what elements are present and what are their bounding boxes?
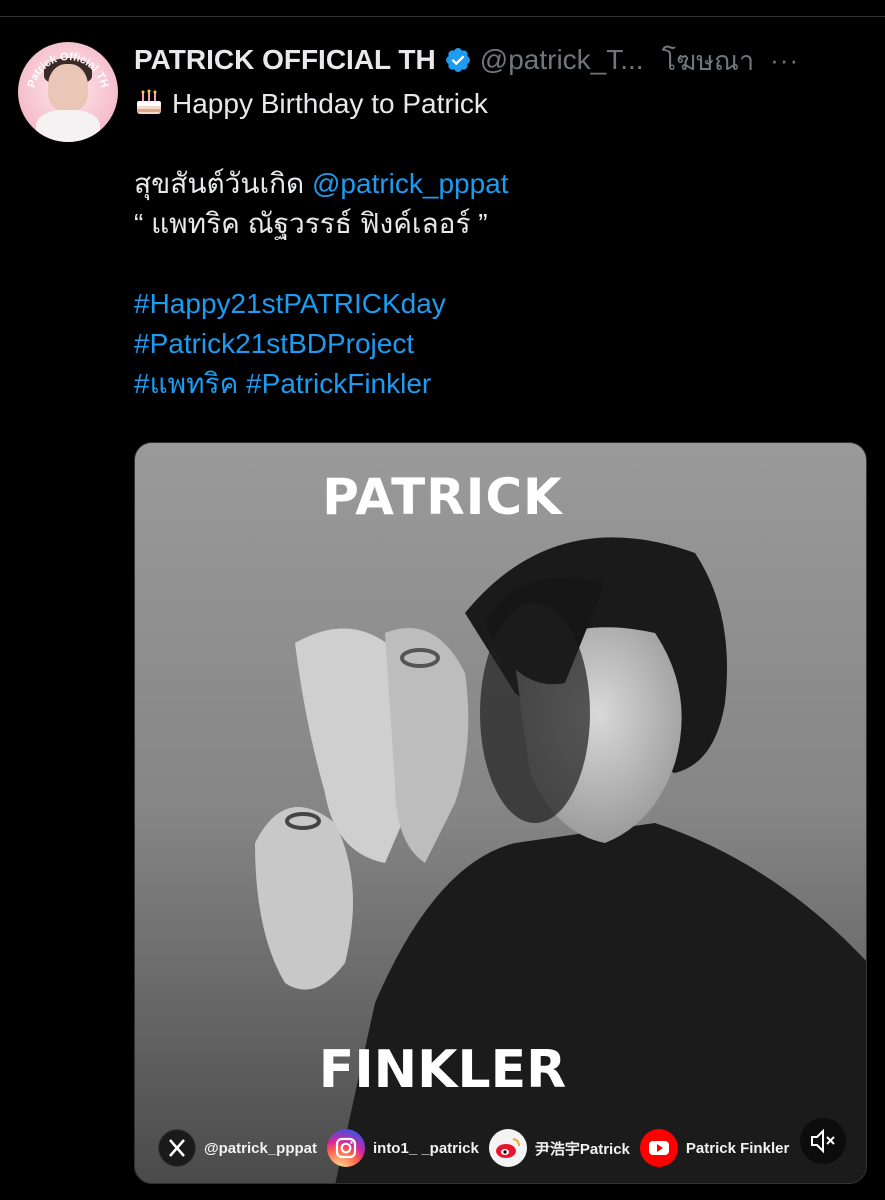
social-instagram: into1_ _patrick xyxy=(326,1129,479,1167)
media-title-bottom: FINKLER xyxy=(318,1040,567,1100)
avatar[interactable]: Patrick Official TH xyxy=(18,42,118,142)
thai-greeting-text: สุขสันต์วันเกิด xyxy=(134,168,312,199)
youtube-icon xyxy=(639,1129,678,1167)
thai-name-line: “ แพทริค ณัฐวรรธ์ ฟิงค์เลอร์ ” xyxy=(134,208,488,239)
tweet-page: Patrick Official TH PATRICK OFFICIAL TH … xyxy=(0,0,885,1200)
social-weibo-label: 尹浩宇Patrick xyxy=(534,1140,630,1158)
social-youtube: Patrick Finkler xyxy=(639,1129,790,1167)
greeting-text: Happy Birthday to Patrick xyxy=(172,88,488,119)
mute-icon[interactable] xyxy=(800,1118,846,1164)
social-instagram-label: into1_ _patrick xyxy=(372,1139,479,1157)
promoted-label: โฆษณา xyxy=(661,45,755,76)
social-links-bar: @patrick_pppat into1_ _patrick 尹浩宇Patric… xyxy=(158,1128,858,1168)
hashtag-link[interactable]: #Patrick21stBDProject xyxy=(134,324,869,364)
social-x-label: @patrick_pppat xyxy=(204,1139,317,1157)
more-options-icon[interactable]: ··· xyxy=(770,45,799,76)
social-weibo: 尹浩宇Patrick xyxy=(488,1129,630,1167)
greeting-line: Happy Birthday to Patrick xyxy=(134,84,869,124)
hashtag-link[interactable]: #Happy21stPATRICKday xyxy=(134,284,869,324)
weibo-icon xyxy=(488,1129,527,1167)
tweet-text: Happy Birthday to Patrick สุขสันต์วันเกิ… xyxy=(134,84,869,404)
divider xyxy=(0,16,885,17)
birthday-cake-icon xyxy=(137,89,161,114)
mention-link[interactable]: @patrick_pppat xyxy=(312,168,509,199)
tweet-header: PATRICK OFFICIAL TH @patrick_T... โฆษณา … xyxy=(134,40,869,80)
display-name[interactable]: PATRICK OFFICIAL TH xyxy=(134,44,436,76)
social-x: @patrick_pppat xyxy=(158,1129,317,1167)
hashtag-link[interactable]: #แพทริค #PatrickFinkler xyxy=(134,364,869,404)
user-handle[interactable]: @patrick_T... xyxy=(480,44,644,76)
x-icon xyxy=(158,1129,196,1167)
thai-greeting-line: สุขสันต์วันเกิด @patrick_pppat xyxy=(134,164,869,204)
verified-badge-icon xyxy=(445,48,470,72)
instagram-icon xyxy=(326,1129,365,1167)
avatar-ring-text: Patrick Official TH xyxy=(26,51,111,89)
media-title-top: PATRICK xyxy=(322,468,563,526)
social-youtube-label: Patrick Finkler xyxy=(685,1139,790,1157)
svg-text:Patrick Official TH: Patrick Official TH xyxy=(26,51,111,89)
